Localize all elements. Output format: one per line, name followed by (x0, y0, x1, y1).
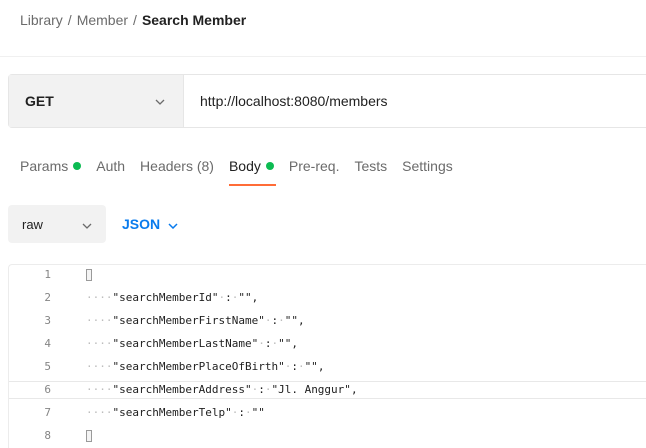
chevron-down-icon (155, 92, 165, 110)
json-value: "" (278, 337, 292, 350)
breadcrumb-current: Search Member (141, 12, 247, 28)
code-line: 5 ····"searchMemberPlaceOfBirth"·:·"", (9, 359, 646, 375)
tab-body[interactable]: Body (228, 158, 276, 186)
line-number: 4 (44, 337, 51, 350)
close-brace (86, 430, 92, 442)
line-number: 8 (44, 429, 51, 442)
code-line-current: 6 ····"searchMemberAddress"·:·"Jl. Anggu… (9, 381, 646, 399)
tab-tests[interactable]: Tests (354, 158, 387, 174)
tab-pre-request-label: Pre-req. (288, 158, 340, 174)
json-value: "" (284, 314, 298, 327)
open-brace (86, 269, 92, 281)
language-label: JSON (122, 216, 161, 232)
breadcrumb-separator: / (133, 12, 137, 28)
status-dot-icon (265, 162, 274, 170)
line-code (86, 428, 92, 444)
active-tab-underline (228, 184, 276, 186)
code-line: 3 ····"searchMemberFirstName"·:·"", (9, 313, 646, 329)
body-mode-select[interactable]: raw (8, 205, 106, 243)
tab-params-label: Params (20, 158, 69, 174)
chevron-down-icon (82, 217, 92, 232)
json-key: "searchMemberFirstName" (112, 314, 265, 327)
tab-tests-label: Tests (354, 158, 388, 174)
code-line: 2 ····"searchMemberId"·:·"", (9, 290, 646, 306)
body-mode-label: raw (22, 216, 43, 232)
json-key: "searchMemberAddress" (112, 383, 252, 396)
json-key: "searchMemberLastName" (112, 337, 259, 350)
header-divider (0, 56, 646, 57)
line-code: ····"searchMemberAddress"·:·"Jl. Anggur"… (86, 383, 358, 396)
tab-auth[interactable]: Auth (96, 158, 125, 174)
tab-pre-request[interactable]: Pre-req. (289, 158, 340, 174)
line-number: 1 (44, 268, 51, 281)
line-number: 7 (44, 406, 51, 419)
url-input[interactable] (200, 93, 646, 109)
line-code: ····"searchMemberPlaceOfBirth"·:·"", (86, 360, 325, 373)
line-code: ····"searchMemberLastName"·:·"", (86, 337, 298, 350)
breadcrumb-separator: / (67, 12, 72, 28)
line-code: ····"searchMemberId"·:·"", (86, 291, 259, 304)
json-key: "searchMemberTelp" (112, 406, 232, 419)
tab-headers-label: Headers (8) (140, 158, 214, 174)
code-line: 8 (9, 428, 646, 444)
breadcrumb-item-member[interactable]: Member (77, 12, 128, 28)
breadcrumb-item-library[interactable]: Library (20, 12, 63, 28)
code-editor[interactable]: 1 2 ····"searchMemberId"·:·"", 3 ····"se… (8, 264, 646, 448)
line-number: 5 (44, 360, 51, 373)
line-number: 6 (44, 383, 51, 396)
url-field[interactable] (184, 75, 646, 127)
method-select[interactable]: GET (9, 75, 184, 127)
json-value: "" (251, 406, 265, 419)
json-value: "" (238, 291, 252, 304)
line-code (86, 267, 92, 283)
tab-auth-label: Auth (96, 158, 126, 174)
json-key: "searchMemberId" (112, 291, 219, 304)
request-tabs: Params Auth Headers (8) Body Pre-req. Te… (20, 158, 468, 186)
language-select[interactable]: JSON (122, 216, 178, 232)
chevron-down-icon (168, 216, 178, 232)
tab-body-label: Body (228, 158, 261, 174)
request-bar: GET (8, 74, 646, 128)
tab-params[interactable]: Params (20, 158, 82, 174)
method-label: GET (25, 93, 54, 109)
tab-settings-label: Settings (402, 158, 453, 174)
line-code: ····"searchMemberTelp"·:·"" (86, 406, 265, 419)
body-options: raw JSON (8, 205, 178, 243)
tab-settings[interactable]: Settings (402, 158, 453, 174)
line-number: 3 (44, 314, 51, 327)
json-value: "" (304, 360, 318, 373)
json-key: "searchMemberPlaceOfBirth" (112, 360, 285, 373)
code-line: 1 (9, 267, 646, 283)
code-line: 7 ····"searchMemberTelp"·:·"" (9, 405, 646, 421)
line-code: ····"searchMemberFirstName"·:·"", (86, 314, 305, 327)
breadcrumb: Library / Member / Search Member (20, 12, 246, 28)
status-dot-icon (73, 162, 82, 170)
line-number: 2 (44, 291, 51, 304)
tab-headers[interactable]: Headers (8) (140, 158, 214, 174)
json-value: "Jl. Anggur" (271, 383, 351, 396)
code-line: 4 ····"searchMemberLastName"·:·"", (9, 336, 646, 352)
